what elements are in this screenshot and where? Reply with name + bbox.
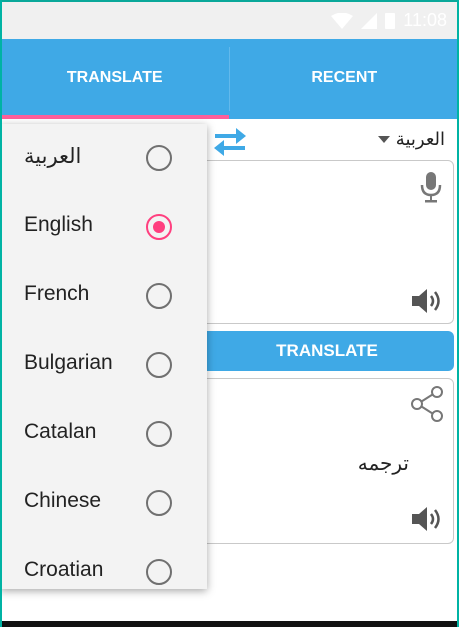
language-option[interactable]: Catalan: [0, 400, 207, 469]
language-option[interactable]: Croatian: [0, 538, 207, 589]
language-option[interactable]: French: [0, 262, 207, 331]
tab-bar: TRANSLATE RECENT: [0, 39, 459, 119]
radio-button[interactable]: [146, 283, 172, 309]
radio-button[interactable]: [146, 490, 172, 516]
language-label: العربية: [24, 145, 82, 168]
radio-button[interactable]: [146, 559, 172, 585]
source-language-label: العربية: [395, 129, 445, 149]
language-option[interactable]: العربية: [0, 124, 207, 193]
radio-button[interactable]: [146, 421, 172, 447]
language-dropdown: العربية English French Bulgarian Catalan…: [0, 124, 207, 589]
swap-icon[interactable]: [212, 125, 248, 159]
radio-button[interactable]: [146, 145, 172, 171]
language-label: English: [24, 213, 93, 236]
frame-edge-left: [0, 0, 2, 627]
radio-button[interactable]: [146, 352, 172, 378]
language-option[interactable]: Chinese: [0, 469, 207, 538]
tab-recent-label: RECENT: [311, 69, 378, 86]
output-text: ترجمه: [357, 453, 409, 475]
translate-button[interactable]: TRANSLATE: [200, 331, 454, 371]
radio-button-selected[interactable]: [146, 214, 172, 240]
mic-icon[interactable]: [419, 171, 443, 203]
output-speaker-icon[interactable]: [411, 505, 445, 533]
language-option[interactable]: English: [0, 193, 207, 262]
language-label: Chinese: [24, 489, 102, 512]
language-label: French: [24, 282, 90, 305]
share-icon[interactable]: [409, 385, 445, 423]
navigation-bar: [0, 621, 459, 627]
status-icons: 11:08: [331, 10, 447, 31]
battery-icon: [385, 12, 396, 29]
status-time: 11:08: [403, 10, 447, 30]
language-label: Croatian: [24, 558, 104, 581]
chevron-down-icon: [377, 136, 390, 143]
language-option[interactable]: Bulgarian: [0, 331, 207, 400]
language-label: Bulgarian: [24, 351, 113, 374]
source-language-selector[interactable]: العربية: [377, 129, 445, 150]
output-text-box: ترجمه: [200, 378, 454, 544]
input-text-box[interactable]: [200, 160, 454, 324]
speaker-icon[interactable]: [411, 287, 445, 315]
language-label: Catalan: [24, 420, 97, 443]
signal-icon: [361, 12, 378, 29]
wifi-icon: [331, 12, 354, 29]
tab-translate-label: TRANSLATE: [66, 69, 163, 86]
tab-recent[interactable]: RECENT: [230, 39, 459, 119]
status-bar: 11:08: [0, 0, 459, 39]
tab-translate[interactable]: TRANSLATE: [0, 39, 230, 119]
tab-indicator: [0, 115, 229, 119]
